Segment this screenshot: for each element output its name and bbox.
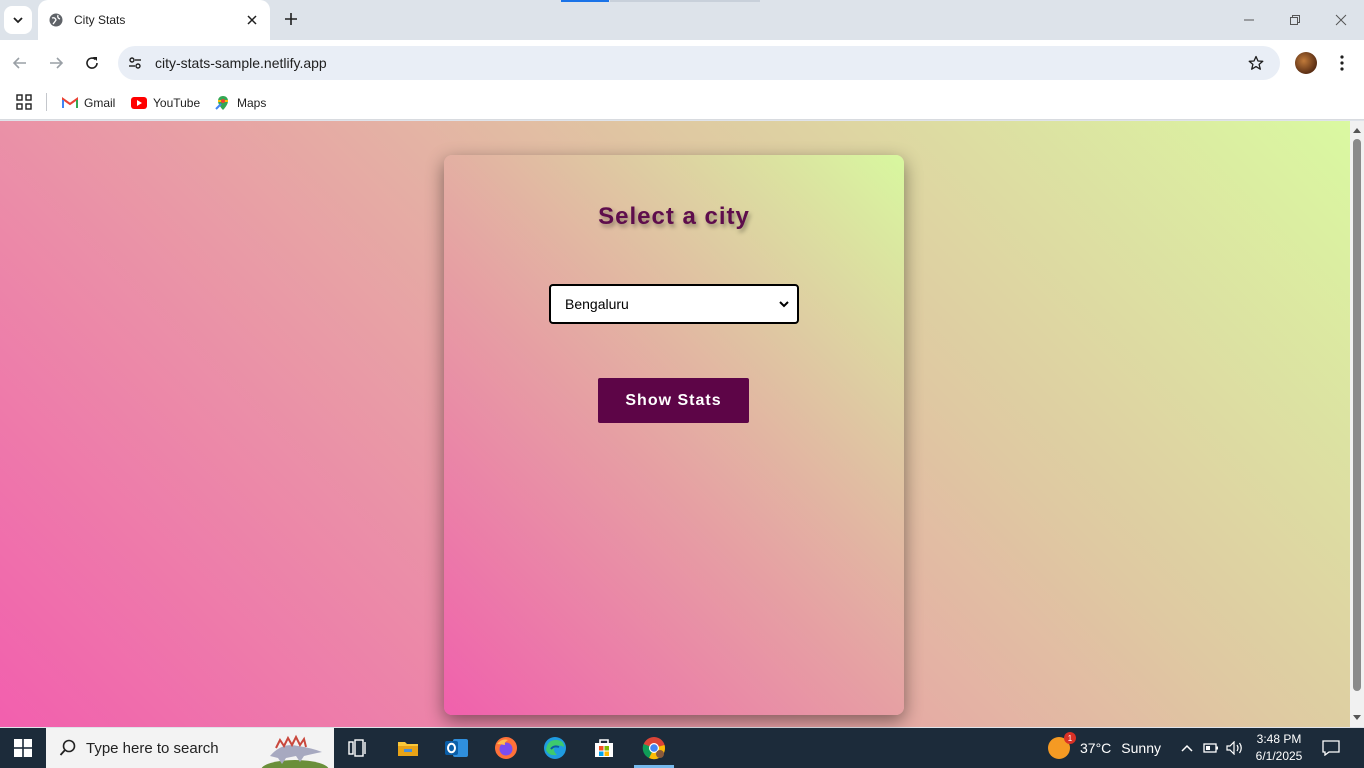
tab-indicator-secondary [610,0,760,2]
bookmark-maps[interactable]: Maps [215,91,266,115]
system-clock[interactable]: 3:48 PM 6/1/2025 [1250,731,1308,765]
globe-icon [48,12,64,28]
bookmark-label: Maps [237,96,267,110]
restore-icon [1290,15,1300,25]
show-hidden-icons-button[interactable] [1177,738,1197,758]
arrow-left-icon [12,57,26,69]
edge-icon [544,737,566,759]
store-icon [595,739,613,757]
tab-city-stats[interactable]: City Stats [38,0,270,40]
plus-icon [285,13,297,25]
taskbar: Type here to search 1 37°C Sunny 3:48 PM… [0,728,1364,768]
city-select-card: Select a city Bengaluru Show Stats [444,155,904,715]
bookmark-label: Gmail [84,96,116,110]
gmail-icon [62,95,78,111]
task-view-icon [348,739,366,757]
edge-button[interactable] [535,732,575,764]
dinosaur-search-highlight-icon [261,734,329,768]
speaker-icon [1226,741,1242,755]
restore-button[interactable] [1283,8,1307,32]
minimize-icon [1244,19,1254,21]
firefox-button[interactable] [486,732,526,764]
clock-time: 3:48 PM [1256,732,1302,746]
sun-icon: 1 [1048,732,1076,759]
forward-button[interactable] [44,51,68,75]
battery-button[interactable] [1201,738,1221,758]
folder-icon [398,742,418,756]
chevron-up-icon [1181,744,1193,752]
minimize-button[interactable] [1237,8,1261,32]
apps-grid-icon[interactable] [14,92,34,112]
volume-button[interactable] [1225,738,1245,758]
url-text[interactable]: city-stats-sample.netlify.app [155,55,1244,71]
page-title: Select a city [598,203,750,230]
scrollbar-thumb[interactable] [1353,139,1361,691]
weather-widget[interactable]: 1 37°C Sunny [1048,728,1161,768]
chrome-icon [642,737,665,760]
clock-date: 6/1/2025 [1255,749,1303,763]
chevron-down-icon [779,301,789,308]
bookmark-gmail[interactable]: Gmail [62,91,115,115]
close-window-button[interactable] [1329,8,1353,32]
close-tab-icon[interactable] [244,12,260,28]
close-icon [1335,14,1347,26]
browser-menu-button[interactable] [1330,51,1354,75]
browser-toolbar: city-stats-sample.netlify.app [0,40,1364,86]
show-stats-button[interactable]: Show Stats [598,378,749,423]
bookmarks-bar: Gmail YouTube Maps [0,86,1364,120]
youtube-icon [131,95,147,111]
bookmark-youtube[interactable]: YouTube [131,91,200,115]
file-explorer-button[interactable] [388,732,428,764]
new-tab-button[interactable] [280,8,302,30]
chrome-button[interactable] [634,732,674,764]
weather-condition: Sunny [1121,740,1161,756]
task-view-button[interactable] [338,732,378,764]
firefox-icon [495,737,517,759]
bookmark-label: YouTube [153,96,201,110]
microsoft-store-button[interactable] [584,732,624,764]
tab-title: City Stats [74,13,126,27]
windows-logo-icon [14,739,32,757]
reload-icon [86,57,98,69]
address-bar[interactable]: city-stats-sample.netlify.app [118,46,1280,80]
page-scrollbar[interactable] [1350,121,1364,727]
scroll-down-arrow-icon[interactable] [1350,711,1364,725]
chevron-down-icon [13,17,23,24]
city-select-value: Bengaluru [565,296,629,312]
start-button[interactable] [0,728,46,768]
back-button[interactable] [8,51,32,75]
maps-icon [215,95,231,111]
bookmark-star-icon[interactable] [1244,51,1268,75]
battery-icon [1203,743,1218,753]
outlook-icon [445,739,468,757]
kebab-menu-icon [1340,55,1344,71]
arrow-right-icon [50,57,64,69]
reload-button[interactable] [80,51,104,75]
notification-icon [1322,740,1340,756]
notifications-button[interactable] [1320,738,1342,758]
scroll-up-arrow-icon[interactable] [1350,123,1364,137]
profile-avatar[interactable] [1295,52,1317,74]
taskbar-search-box[interactable]: Type here to search [46,728,334,768]
search-icon [58,738,78,758]
outlook-button[interactable] [437,732,477,764]
tab-indicator [561,0,609,2]
page-background: Select a city Bengaluru Show Stats [0,121,1350,727]
city-select[interactable]: Bengaluru [549,284,799,324]
tab-strip: City Stats [0,0,1364,40]
weather-temp: 37°C [1080,740,1112,756]
bookmarks-separator [46,93,47,111]
site-info-icon[interactable] [123,51,147,75]
weather-badge: 1 [1064,732,1076,744]
tab-search-button[interactable] [4,6,32,34]
